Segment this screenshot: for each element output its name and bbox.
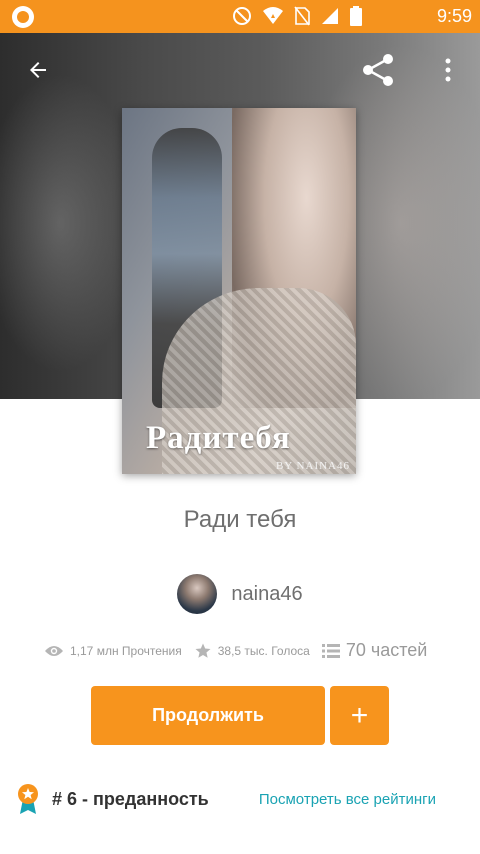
status-icons: [232, 6, 362, 26]
story-title: Ради тебя: [183, 506, 297, 533]
more-vertical-icon: [445, 58, 451, 82]
do-not-disturb-icon: [233, 7, 251, 25]
back-button[interactable]: [18, 50, 58, 90]
signal-icon: [322, 8, 338, 24]
list-icon: [321, 643, 340, 658]
status-bar: 9:59: [0, 0, 480, 33]
author-row[interactable]: naina46: [0, 574, 480, 614]
wifi-icon: [263, 7, 283, 24]
votes-stat: 38,5 тыс. Голоса: [194, 642, 310, 660]
star-icon: [195, 643, 211, 658]
back-arrow-icon: [30, 62, 46, 78]
book-cover[interactable]: Радитебя BY NAINA46: [122, 108, 356, 474]
parts-count[interactable]: 70 частей: [346, 640, 428, 661]
cover-author: BY NAINA46: [275, 460, 350, 472]
author-name[interactable]: naina46: [231, 583, 302, 606]
clock: 9:59: [436, 6, 472, 26]
see-all-rankings-link[interactable]: Посмотреть все рейтинги: [259, 791, 436, 808]
battery-icon: [350, 6, 362, 26]
parts-stat[interactable]: 70 частей: [321, 640, 428, 661]
ranking-badge-icon: [18, 784, 38, 814]
no-sim-icon: [294, 6, 310, 26]
share-icon: [363, 54, 393, 86]
share-button[interactable]: [358, 50, 398, 90]
app-logo-icon: [12, 6, 34, 28]
eye-icon: [45, 645, 63, 656]
ranking-text: # 6 - преданность: [52, 788, 209, 809]
continue-reading-button[interactable]: Продолжить: [91, 686, 325, 745]
more-options-button[interactable]: [428, 50, 468, 90]
avatar[interactable]: [177, 574, 218, 614]
votes-count: 38,5 тыс. Голоса: [217, 643, 310, 658]
story-stats: 1,17 млн Прочтения 38,5 тыс. Голоса 70 ч…: [44, 640, 464, 661]
reads-count: 1,17 млн Прочтения: [70, 643, 182, 658]
cover-title: Радитебя: [146, 420, 291, 456]
reads-stat: 1,17 млн Прочтения: [44, 644, 182, 658]
add-to-library-button[interactable]: +: [330, 686, 389, 745]
ranking-row: # 6 - преданность Посмотреть все рейтинг…: [16, 782, 464, 816]
